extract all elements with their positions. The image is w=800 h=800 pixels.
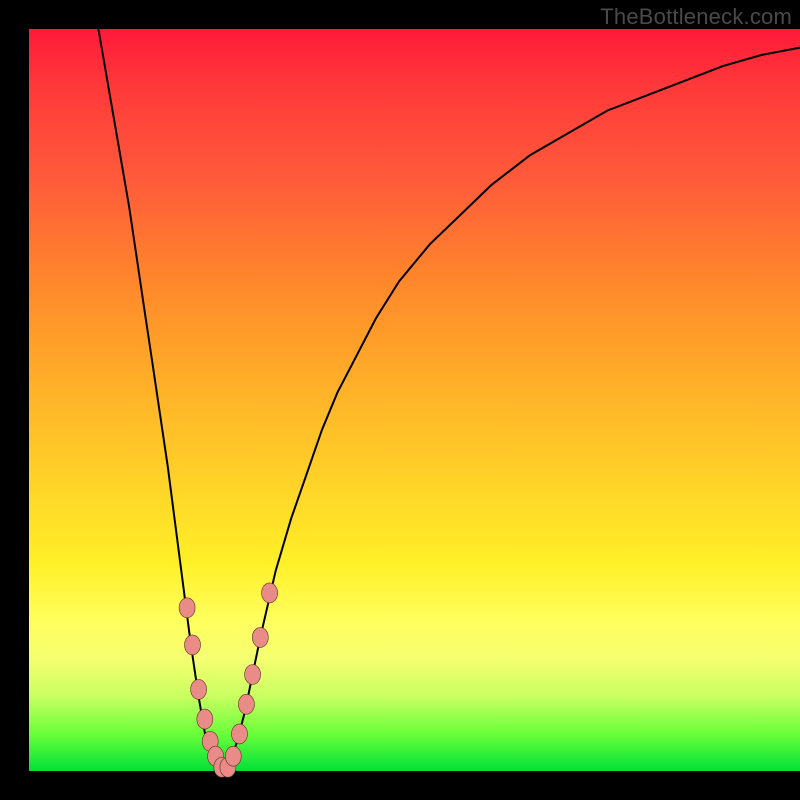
scatter-dot <box>179 598 195 618</box>
scatter-dot <box>252 627 268 647</box>
scatter-dot <box>191 679 207 699</box>
scatter-dot <box>262 583 278 603</box>
scatter-dots <box>179 583 278 777</box>
bottleneck-curve <box>98 29 800 771</box>
scatter-dot <box>232 724 248 744</box>
scatter-dot <box>185 635 201 655</box>
chart-frame: TheBottleneck.com <box>0 0 800 800</box>
plot-area <box>29 29 800 771</box>
scatter-dot <box>197 709 213 729</box>
watermark-text: TheBottleneck.com <box>600 4 792 30</box>
curve-svg <box>29 29 800 771</box>
scatter-dot <box>225 746 241 766</box>
scatter-dot <box>238 694 254 714</box>
scatter-dot <box>245 665 261 685</box>
